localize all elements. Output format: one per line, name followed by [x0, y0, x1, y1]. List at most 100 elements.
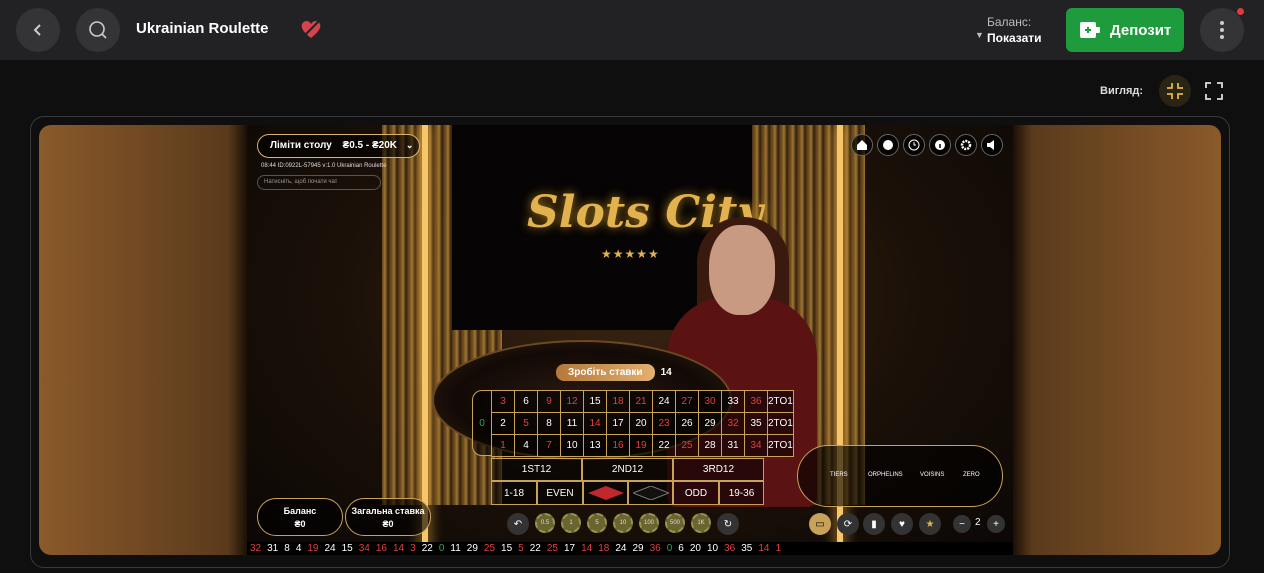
search-button[interactable]	[76, 8, 120, 52]
back-button[interactable]	[16, 8, 60, 52]
table-limits-button[interactable]: Ліміти столу ₴0.5 - ₴20K ⌄	[257, 134, 420, 158]
chip[interactable]: 10	[613, 513, 633, 533]
bet-dozen-2[interactable]: 2ND12	[582, 458, 673, 481]
repeat-button[interactable]: ↻	[717, 513, 739, 535]
history-number: 15	[501, 543, 513, 554]
collapse-view-button[interactable]	[1159, 75, 1191, 107]
bet-odd[interactable]: ODD	[673, 481, 719, 505]
bet-number[interactable]: 12	[560, 390, 584, 413]
chip[interactable]: 1K	[691, 513, 711, 533]
bet-number[interactable]: 23	[652, 412, 676, 435]
history-button[interactable]	[903, 134, 925, 156]
bet-number[interactable]: 5	[514, 412, 538, 435]
bet-black[interactable]	[628, 481, 673, 505]
bet-number[interactable]: 2TO1	[767, 390, 794, 413]
special-bets-button[interactable]: ★	[919, 513, 941, 535]
bet-number[interactable]: 21	[629, 390, 653, 413]
bet-row: 2 5 8 11 14 17 20 23 26 29 32 35 2TO1	[491, 412, 794, 435]
bet-number[interactable]: 13	[583, 434, 607, 457]
bet-number[interactable]: 6	[514, 390, 538, 413]
race-tiers[interactable]: TIERS	[830, 472, 848, 478]
racetrack[interactable]: TIERS ORPHELINS VOISINS ZERO	[797, 445, 1003, 507]
red-diamond-icon	[587, 486, 624, 500]
bet-even[interactable]: EVEN	[537, 481, 583, 505]
history-number: 22	[421, 543, 433, 554]
total-bet-box: Загальна ставка ₴0	[345, 498, 431, 536]
bet-number[interactable]: 2	[491, 412, 515, 435]
bet-dozen-1[interactable]: 1ST12	[491, 458, 582, 481]
chip[interactable]: 100	[639, 513, 659, 533]
chat-toggle-button[interactable]	[877, 134, 899, 156]
chip[interactable]: 5	[587, 513, 607, 533]
chat-input[interactable]: Натисніть, щоб почати чат	[257, 175, 381, 190]
bet-number[interactable]: 19	[629, 434, 653, 457]
bet-number[interactable]: 2TO1	[767, 412, 794, 435]
bet-number[interactable]: 20	[629, 412, 653, 435]
bet-number[interactable]: 28	[698, 434, 722, 457]
bet-number[interactable]: 31	[721, 434, 745, 457]
bet-number[interactable]: 9	[537, 390, 561, 413]
plus-icon: +	[993, 518, 999, 530]
bet-number[interactable]: 16	[606, 434, 630, 457]
history-number: 6	[678, 543, 684, 554]
bet-19-36[interactable]: 19-36	[719, 481, 764, 505]
bet-1-18[interactable]: 1-18	[491, 481, 537, 505]
sound-button[interactable]	[981, 134, 1003, 156]
home-button[interactable]	[851, 134, 873, 156]
undo-button[interactable]: ↶	[507, 513, 529, 535]
autoplay-button[interactable]: ⟳	[837, 513, 859, 535]
chip[interactable]: 0.5	[535, 513, 555, 533]
race-voisins[interactable]: VOISINS	[920, 472, 944, 478]
menu-button[interactable]	[1200, 8, 1244, 52]
bet-number[interactable]: 32	[721, 412, 745, 435]
bet-red[interactable]	[583, 481, 628, 505]
bet-number[interactable]: 11	[560, 412, 584, 435]
info-button[interactable]	[929, 134, 951, 156]
chip[interactable]: 1	[561, 513, 581, 533]
limits-value: ₴0.5 - ₴20K	[342, 140, 398, 151]
bet-number[interactable]: 17	[606, 412, 630, 435]
settings-button[interactable]	[955, 134, 977, 156]
bet-number[interactable]: 26	[675, 412, 699, 435]
statistics-button[interactable]: ▮	[863, 513, 885, 535]
race-zero[interactable]: ZERO	[963, 472, 980, 478]
bet-number[interactable]: 36	[744, 390, 768, 413]
bet-number[interactable]: 3	[491, 390, 515, 413]
favorite-bets-button[interactable]: ♥	[891, 513, 913, 535]
balance-toggle[interactable]: ▼ Баланс: Показати	[975, 14, 1042, 46]
bet-number[interactable]: 22	[652, 434, 676, 457]
increase-button[interactable]: +	[987, 515, 1005, 533]
place-bets-text: Зробіть ставки	[556, 363, 655, 381]
deposit-button[interactable]: Депозит	[1066, 8, 1184, 52]
bet-number[interactable]: 4	[514, 434, 538, 457]
bet-number[interactable]: 34	[744, 434, 768, 457]
balance-label: Баланс	[283, 506, 317, 516]
fullscreen-button[interactable]	[1200, 77, 1228, 105]
bet-number[interactable]: 27	[675, 390, 699, 413]
bet-number[interactable]: 10	[560, 434, 584, 457]
bet-number[interactable]: 35	[744, 412, 768, 435]
fullscreen-icon	[1205, 82, 1223, 100]
decrease-button[interactable]: −	[953, 515, 971, 533]
race-orphelins[interactable]: ORPHELINS	[868, 472, 903, 478]
bet-zero[interactable]: 0	[472, 390, 492, 456]
bet-number[interactable]: 2TO1	[767, 434, 794, 457]
bet-number[interactable]: 33	[721, 390, 745, 413]
bet-number[interactable]: 25	[675, 434, 699, 457]
racetrack-toggle-button[interactable]: ▭	[809, 513, 831, 535]
favorite-button[interactable]	[300, 19, 322, 44]
bet-number[interactable]: 18	[606, 390, 630, 413]
bet-dozen-3[interactable]: 3RD12	[673, 458, 764, 481]
history-number: 19	[307, 543, 319, 554]
bet-number[interactable]: 29	[698, 412, 722, 435]
bet-number[interactable]: 14	[583, 412, 607, 435]
bar-chart-icon: ▮	[871, 518, 877, 530]
bet-number[interactable]: 24	[652, 390, 676, 413]
bet-number[interactable]: 8	[537, 412, 561, 435]
bet-number[interactable]: 30	[698, 390, 722, 413]
bet-number[interactable]: 7	[537, 434, 561, 457]
bet-number[interactable]: 1	[491, 434, 515, 457]
bet-number[interactable]: 15	[583, 390, 607, 413]
chip[interactable]: 500	[665, 513, 685, 533]
balance-show[interactable]: Показати	[987, 30, 1042, 46]
